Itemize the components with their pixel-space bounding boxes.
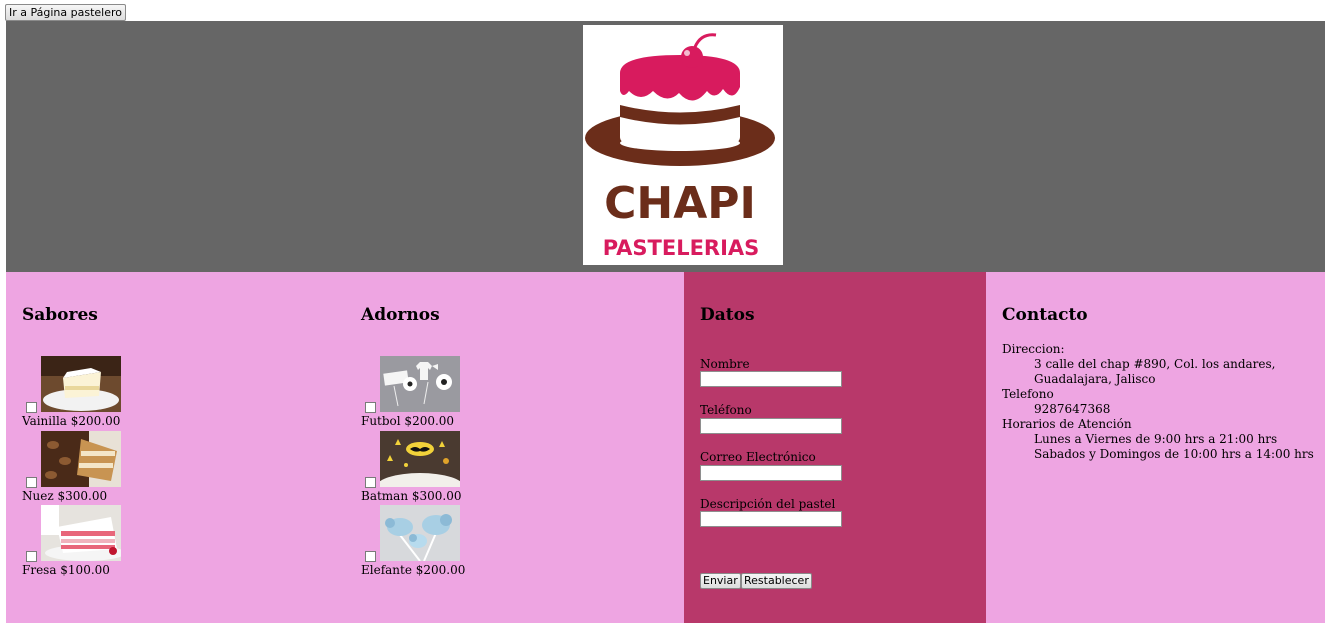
descripcion-input[interactable] — [700, 511, 842, 527]
correo-label: Correo Electrónico — [700, 450, 816, 464]
sabores-heading: Sabores — [22, 305, 98, 325]
elefante-checkbox[interactable] — [365, 551, 376, 562]
nombre-label: Nombre — [700, 357, 750, 371]
cake-logo-icon: CHAPI PASTELERIAS — [585, 33, 775, 260]
nuez-cake-image — [41, 431, 121, 487]
fresa-label: Fresa $100.00 — [22, 563, 110, 577]
direccion-label: Direccion: — [1002, 342, 1065, 356]
go-to-pastelero-page-button[interactable]: Ir a Página pastelero — [5, 4, 126, 21]
batman-topper-image — [380, 431, 460, 487]
decoration-option-elefante: Elefante $200.00 — [361, 505, 561, 578]
batman-label: Batman $300.00 — [361, 489, 462, 503]
sabores-section: Sabores Vainilla $200.00 Nuez $300.00 Fr… — [6, 272, 345, 623]
telefono-contact-value: 9287647368 — [1034, 402, 1111, 416]
datos-form-section: Datos Nombre Teléfono Correo Electrónico… — [684, 272, 986, 623]
datos-heading: Datos — [700, 305, 755, 325]
elefante-topper-image — [380, 505, 460, 561]
adornos-heading: Adornos — [361, 305, 440, 325]
flavor-option-fresa: Fresa $100.00 — [22, 505, 222, 578]
elefante-label: Elefante $200.00 — [361, 563, 466, 577]
svg-text:PASTELERIAS: PASTELERIAS — [603, 236, 760, 260]
restablecer-button[interactable]: Restablecer — [741, 573, 812, 589]
correo-input[interactable] — [700, 465, 842, 481]
nuez-checkbox[interactable] — [26, 477, 37, 488]
fresa-checkbox[interactable] — [26, 551, 37, 562]
enviar-button[interactable]: Enviar — [700, 573, 741, 589]
horario-weekdays: Lunes a Viernes de 9:00 hrs a 21:00 hrs — [1034, 432, 1278, 446]
direccion-value: 3 calle del chap #890, Col. los andares,… — [1034, 357, 1276, 386]
vainilla-label: Vainilla $200.00 — [22, 414, 121, 428]
horarios-label: Horarios de Atención — [1002, 417, 1132, 431]
fresa-cake-image — [41, 505, 121, 561]
vainilla-checkbox[interactable] — [26, 402, 37, 413]
decoration-option-batman: Batman $300.00 — [361, 431, 561, 504]
vainilla-cake-image — [41, 356, 121, 412]
nuez-label: Nuez $300.00 — [22, 489, 108, 503]
telefono-input[interactable] — [700, 418, 842, 434]
nombre-input[interactable] — [700, 371, 842, 387]
futbol-label: Futbol $200.00 — [361, 414, 455, 428]
futbol-checkbox[interactable] — [365, 402, 376, 413]
flavor-option-nuez: Nuez $300.00 — [22, 431, 222, 504]
header-banner: CHAPI PASTELERIAS — [6, 21, 1325, 272]
contacto-heading: Contacto — [1002, 305, 1088, 325]
batman-checkbox[interactable] — [365, 477, 376, 488]
telefono-contact-label: Telefono — [1002, 387, 1054, 401]
horario-weekends: Sabados y Domingos de 10:00 hrs a 14:00 … — [1034, 447, 1314, 461]
contacto-section: Contacto Direccion: 3 calle del chap #89… — [986, 272, 1325, 623]
decoration-option-futbol: Futbol $200.00 — [361, 356, 561, 429]
telefono-label: Teléfono — [700, 403, 752, 417]
adornos-section: Adornos Futbol $200.00 Batman $300.00 El… — [345, 272, 684, 623]
chapi-logo: CHAPI PASTELERIAS — [583, 25, 783, 265]
svg-text:CHAPI: CHAPI — [604, 178, 756, 229]
flavor-option-vainilla: Vainilla $200.00 — [22, 356, 222, 429]
descripcion-label: Descripción del pastel — [700, 497, 836, 511]
futbol-topper-image — [380, 356, 460, 412]
